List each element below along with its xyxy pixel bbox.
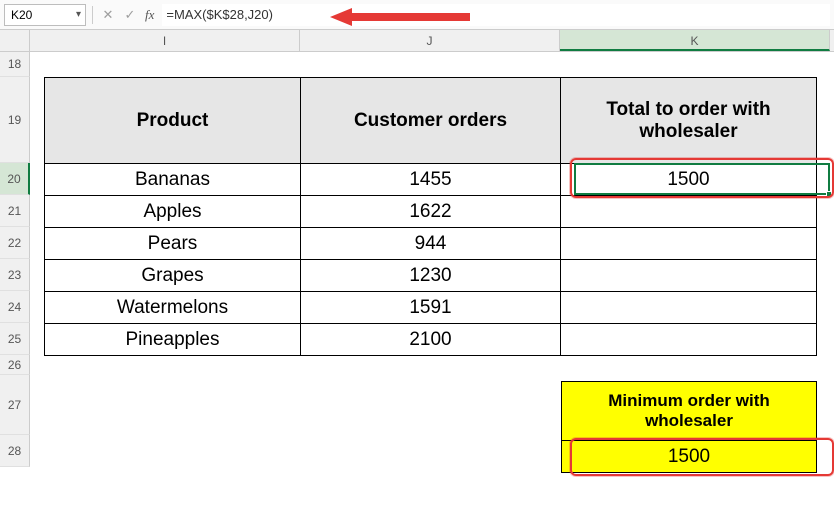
cell-orders[interactable]: 1622 — [301, 196, 561, 228]
row-header-27[interactable]: 27 — [0, 375, 30, 435]
table-row: Grapes 1230 — [45, 260, 817, 292]
cell-total[interactable] — [561, 228, 817, 260]
header-total[interactable]: Total to order with wholesaler — [561, 78, 817, 164]
column-headers: I J K — [0, 30, 834, 52]
cell-product[interactable]: Apples — [45, 196, 301, 228]
select-all-corner[interactable] — [0, 30, 30, 51]
row-header-23[interactable]: 23 — [0, 259, 30, 291]
formula-bar: K20 ▾ ✕ ✓ fx =MAX($K$28,J20) — [0, 0, 834, 30]
formula-input[interactable]: =MAX($K$28,J20) — [162, 4, 830, 26]
cell-total[interactable] — [561, 292, 817, 324]
header-orders[interactable]: Customer orders — [301, 78, 561, 164]
wholesaler-box: Minimum order with wholesaler 1500 — [561, 381, 817, 473]
chevron-down-icon[interactable]: ▾ — [76, 9, 81, 20]
grid-body: 18 19 20 21 22 23 24 25 26 27 28 Product… — [0, 52, 834, 467]
cell-product[interactable]: Pears — [45, 228, 301, 260]
cell-total[interactable] — [561, 260, 817, 292]
accept-formula-button[interactable]: ✓ — [121, 5, 139, 25]
formula-text: =MAX($K$28,J20) — [166, 7, 273, 22]
row-header-25[interactable]: 25 — [0, 323, 30, 355]
row-headers: 18 19 20 21 22 23 24 25 26 27 28 — [0, 52, 30, 467]
row-header-20[interactable]: 20 — [0, 163, 30, 195]
row-header-28[interactable]: 28 — [0, 435, 30, 467]
cell-orders[interactable]: 1455 — [301, 164, 561, 196]
fx-icon[interactable]: fx — [145, 7, 154, 23]
table-header-row: Product Customer orders Total to order w… — [45, 78, 817, 164]
cell-total[interactable]: 1500 — [561, 164, 817, 196]
cancel-formula-button[interactable]: ✕ — [99, 5, 117, 25]
cells-area[interactable]: Product Customer orders Total to order w… — [30, 52, 834, 467]
cell-product[interactable]: Grapes — [45, 260, 301, 292]
cell-orders[interactable]: 1230 — [301, 260, 561, 292]
cell-product[interactable]: Watermelons — [45, 292, 301, 324]
name-box[interactable]: K20 ▾ — [4, 4, 86, 26]
header-product[interactable]: Product — [45, 78, 301, 164]
column-header-J[interactable]: J — [300, 30, 560, 51]
cell-orders[interactable]: 2100 — [301, 324, 561, 356]
cell-total[interactable] — [561, 324, 817, 356]
cell-product[interactable]: Bananas — [45, 164, 301, 196]
table-row: Pears 944 — [45, 228, 817, 260]
row-header-18[interactable]: 18 — [0, 52, 30, 77]
cell-orders[interactable]: 944 — [301, 228, 561, 260]
row-header-24[interactable]: 24 — [0, 291, 30, 323]
cell-orders[interactable]: 1591 — [301, 292, 561, 324]
row-header-21[interactable]: 21 — [0, 195, 30, 227]
table-row: Apples 1622 — [45, 196, 817, 228]
fill-handle-icon[interactable] — [826, 191, 832, 197]
row-header-19[interactable]: 19 — [0, 77, 30, 163]
separator — [92, 6, 93, 24]
name-box-value: K20 — [11, 8, 32, 22]
data-table: Product Customer orders Total to order w… — [44, 77, 817, 356]
cell-product[interactable]: Pineapples — [45, 324, 301, 356]
column-header-I[interactable]: I — [30, 30, 300, 51]
column-header-K[interactable]: K — [560, 30, 830, 51]
row-header-22[interactable]: 22 — [0, 227, 30, 259]
table-row: Watermelons 1591 — [45, 292, 817, 324]
wholesaler-label[interactable]: Minimum order with wholesaler — [561, 381, 817, 441]
cell-total[interactable] — [561, 196, 817, 228]
table-row: Bananas 1455 1500 — [45, 164, 817, 196]
table-row: Pineapples 2100 — [45, 324, 817, 356]
row-header-26[interactable]: 26 — [0, 355, 30, 375]
wholesaler-value[interactable]: 1500 — [561, 441, 817, 473]
